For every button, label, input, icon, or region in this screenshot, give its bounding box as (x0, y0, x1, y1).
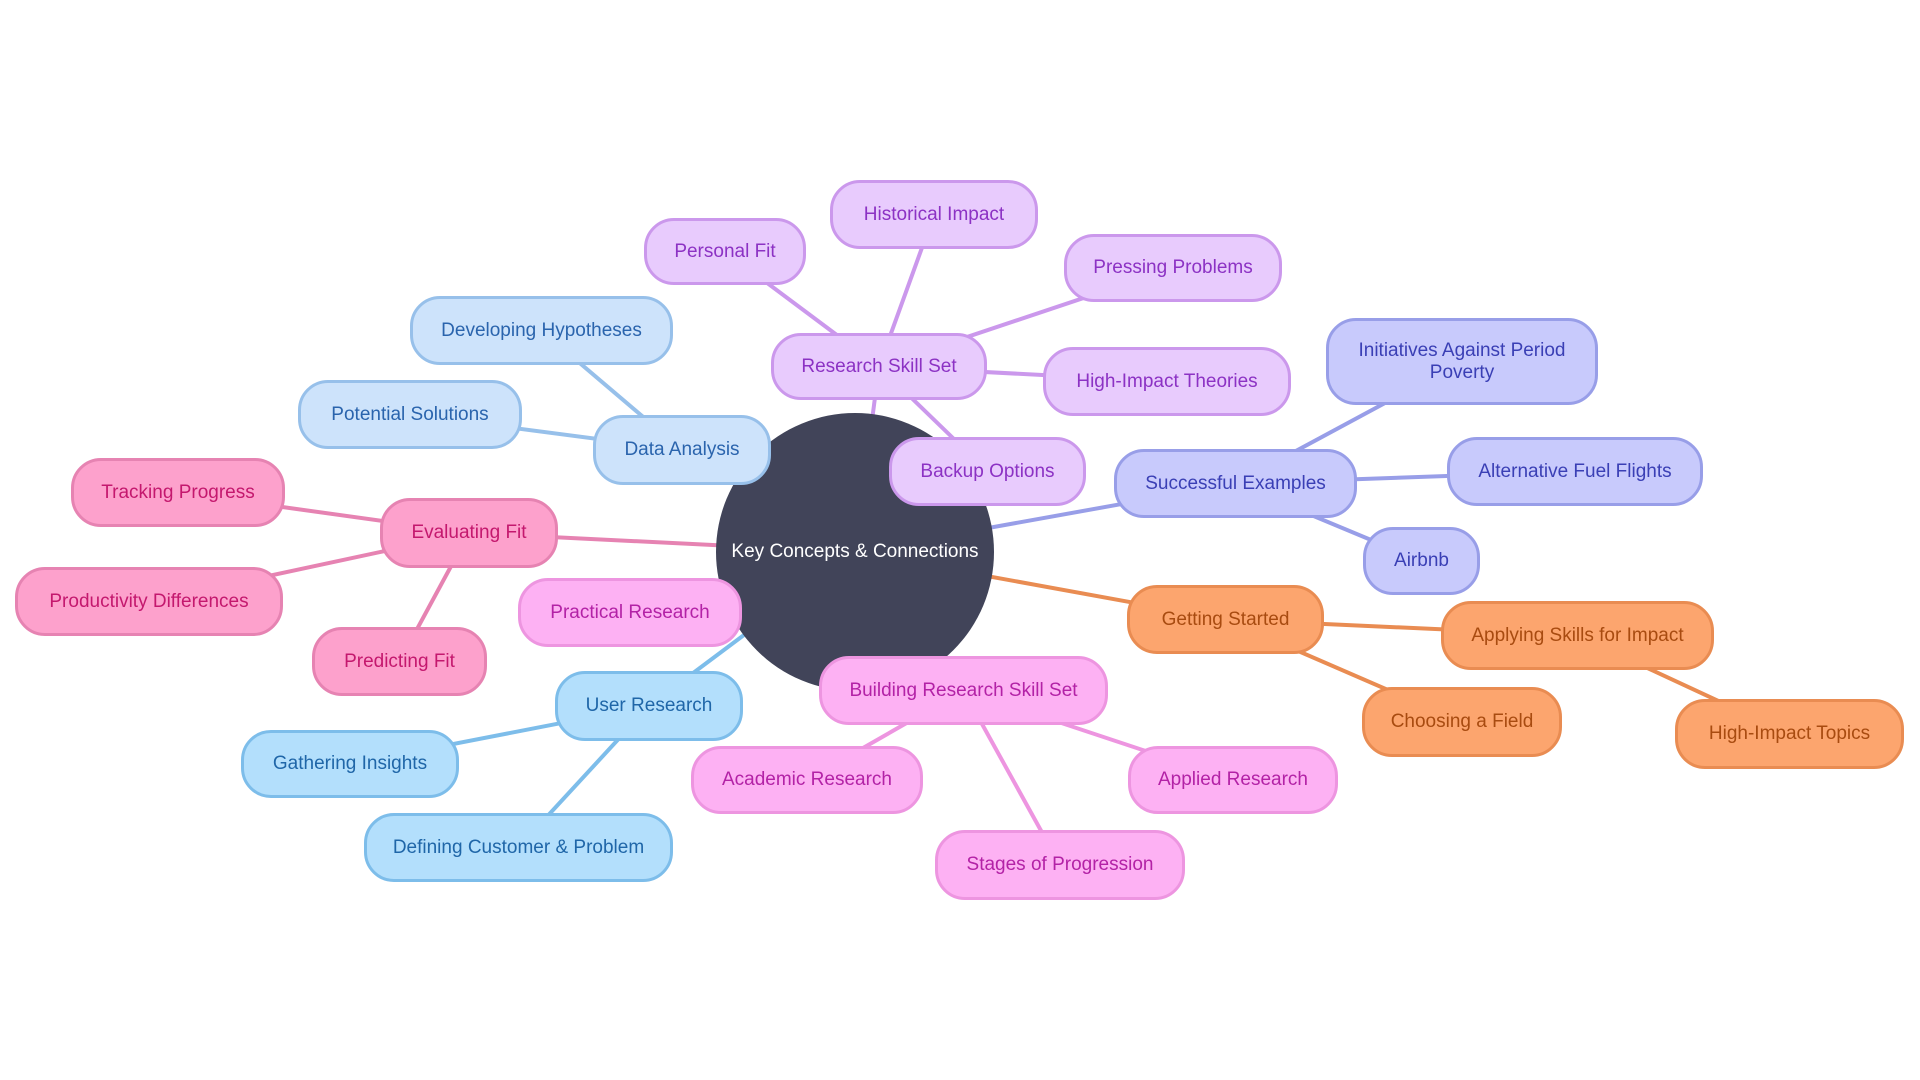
node-label: Predicting Fit (344, 650, 455, 672)
node-airbnb[interactable]: Airbnb (1363, 527, 1480, 595)
node-label: Alternative Fuel Flights (1478, 460, 1672, 482)
node-label: Pressing Problems (1093, 257, 1253, 278)
node-successful-examples[interactable]: Successful Examples (1114, 449, 1357, 518)
node-label: Successful Examples (1145, 472, 1326, 494)
node-getting-started[interactable]: Getting Started (1127, 585, 1324, 654)
node-label: Stages of Progression (966, 854, 1154, 875)
node-high-impact-topics[interactable]: High-Impact Topics (1675, 699, 1904, 769)
node-stages-of-progression[interactable]: Stages of Progression (935, 830, 1185, 900)
node-label: Historical Impact (863, 203, 1005, 225)
node-alternative-fuel-flights[interactable]: Alternative Fuel Flights (1447, 437, 1703, 506)
node-label: Defining Customer & Problem (392, 836, 645, 858)
node-evaluating-fit[interactable]: Evaluating Fit (380, 498, 558, 568)
node-label: Applying Skills for Impact (1471, 624, 1684, 646)
node-potential-solutions[interactable]: Potential Solutions (298, 380, 522, 449)
node-label: Evaluating Fit (411, 522, 527, 543)
node-predicting-fit[interactable]: Predicting Fit (312, 627, 487, 696)
node-label: High-Impact Theories (1076, 370, 1258, 392)
node-defining-customer-problem[interactable]: Defining Customer & Problem (364, 813, 673, 882)
node-label: Tracking Progress (101, 481, 255, 503)
node-applied-research[interactable]: Applied Research (1128, 746, 1338, 814)
node-choosing-a-field[interactable]: Choosing a Field (1362, 687, 1562, 757)
node-label: User Research (585, 695, 713, 716)
node-label: Choosing a Field (1390, 711, 1534, 732)
node-label: Building Research Skill Set (849, 679, 1078, 701)
node-building-research-skill-set[interactable]: Building Research Skill Set (819, 656, 1108, 725)
node-practical-research[interactable]: Practical Research (518, 578, 742, 647)
root-label: Key Concepts & Connections (731, 541, 979, 562)
node-label: Personal Fit (674, 240, 776, 262)
node-label: Airbnb (1394, 550, 1449, 571)
node-label: Gathering Insights (272, 753, 428, 774)
node-applying-skills-impact[interactable]: Applying Skills for Impact (1441, 601, 1714, 670)
node-personal-fit[interactable]: Personal Fit (644, 218, 806, 285)
node-historical-impact[interactable]: Historical Impact (830, 180, 1038, 249)
node-gathering-insights[interactable]: Gathering Insights (241, 730, 459, 798)
node-label: Getting Started (1161, 608, 1290, 630)
node-label: Potential Solutions (331, 403, 489, 425)
node-label: Productivity Differences (49, 590, 249, 612)
node-label: Applied Research (1158, 769, 1308, 790)
node-label: Practical Research (550, 601, 710, 623)
node-high-impact-theories[interactable]: High-Impact Theories (1043, 347, 1291, 416)
node-tracking-progress[interactable]: Tracking Progress (71, 458, 285, 527)
node-backup-options[interactable]: Backup Options (889, 437, 1086, 506)
node-label: Initiatives Against Period Poverty (1358, 339, 1566, 383)
node-label: Academic Research (721, 769, 893, 790)
node-label: Research Skill Set (801, 355, 957, 377)
node-label: High-Impact Topics (1708, 723, 1871, 744)
node-initiatives-period-poverty[interactable]: Initiatives Against Period Poverty (1326, 318, 1598, 405)
node-data-analysis[interactable]: Data Analysis (593, 415, 771, 485)
node-label: Backup Options (920, 460, 1055, 482)
node-pressing-problems[interactable]: Pressing Problems (1064, 234, 1282, 302)
node-research-skill-set[interactable]: Research Skill Set (771, 333, 987, 400)
node-label: Data Analysis (624, 439, 740, 460)
node-productivity-differences[interactable]: Productivity Differences (15, 567, 283, 636)
node-academic-research[interactable]: Academic Research (691, 746, 923, 814)
node-developing-hypotheses[interactable]: Developing Hypotheses (410, 296, 673, 365)
node-label: Developing Hypotheses (441, 319, 642, 341)
node-user-research[interactable]: User Research (555, 671, 743, 741)
